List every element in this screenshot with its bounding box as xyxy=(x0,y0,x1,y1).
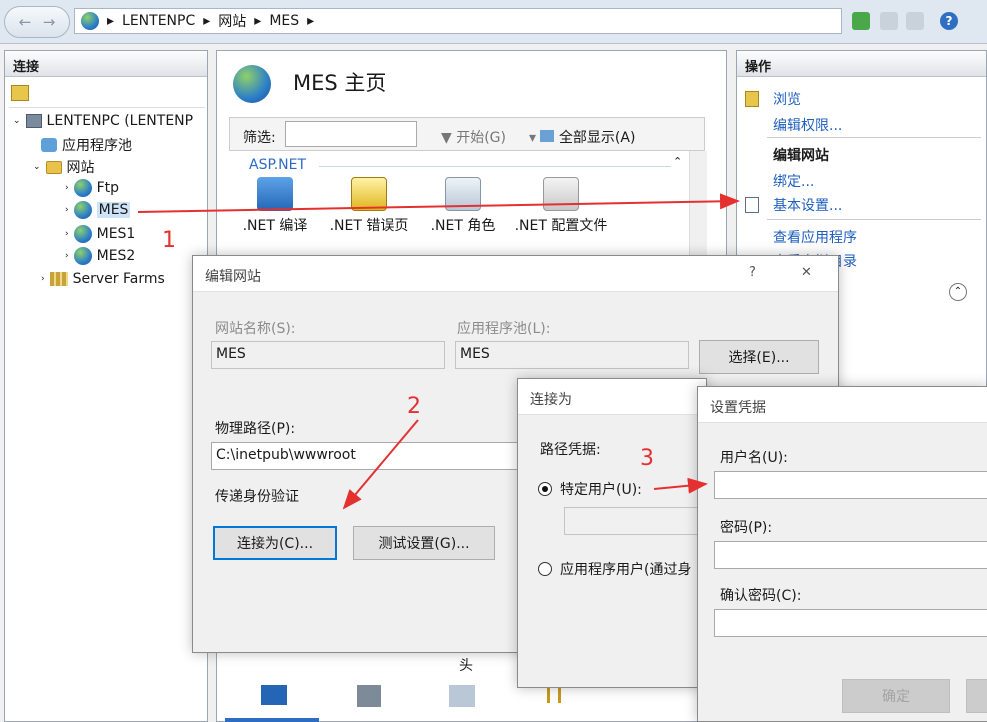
step-2-label: 2 xyxy=(407,394,421,419)
arrow-to-basic-settings xyxy=(137,193,740,213)
step-1-label: 1 xyxy=(162,228,176,253)
annotation-overlay xyxy=(137,193,740,510)
arrow-to-username xyxy=(653,477,708,494)
step-3-label: 3 xyxy=(640,446,654,471)
arrow-to-connect-as xyxy=(342,419,419,510)
